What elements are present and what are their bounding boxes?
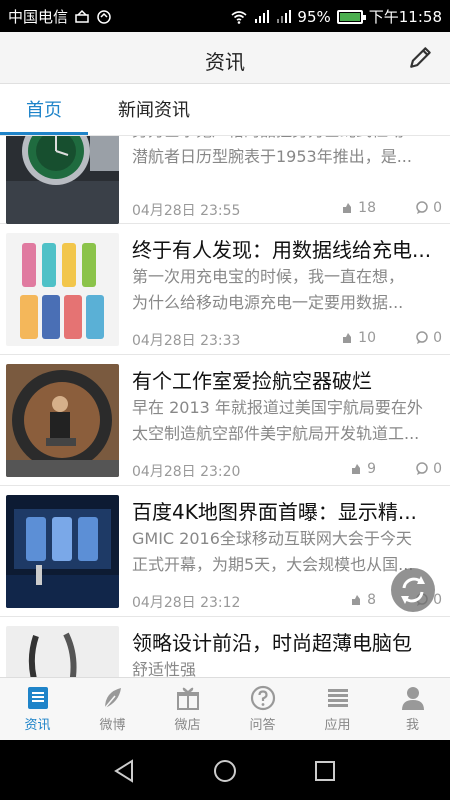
like-icon — [343, 333, 352, 343]
nav-news[interactable]: 资讯 — [0, 684, 75, 733]
laptop-bag-image — [6, 626, 119, 677]
comment-icon — [416, 462, 428, 475]
notification-icon — [75, 9, 89, 23]
tab-active-indicator — [0, 132, 88, 135]
tab-news[interactable]: 新闻资讯 — [118, 96, 190, 122]
home-icon[interactable] — [212, 758, 238, 784]
watch-image — [6, 136, 119, 224]
article-thumbnail — [6, 233, 119, 346]
article-summary: 舒适性强 — [132, 660, 197, 677]
article-date: 04月28日 23:33 — [132, 333, 241, 349]
pencil-icon[interactable] — [408, 44, 434, 70]
tab-bar: 首页 新闻资讯 — [0, 84, 450, 136]
signal-2g-icon — [277, 9, 292, 23]
page-title: 资讯 — [205, 50, 245, 74]
comments-count[interactable]: 0 — [415, 200, 442, 216]
article-summary: 早在 2013 年就报道过美国宇航局要在外 太空制造航空部件美宇航局开发轨道工.… — [132, 398, 423, 443]
nav-qa[interactable]: 问答 — [225, 684, 300, 733]
nav-shop[interactable]: 微店 — [150, 684, 225, 733]
apps-icon — [327, 689, 348, 707]
article-thumbnail — [6, 364, 119, 477]
sync-icon — [97, 9, 111, 24]
article-summary: 第一次用充电宝的时候，我一直在想， 为什么给移动电源充电一定要用数据... — [132, 267, 405, 312]
list-item[interactable]: 劳力士水鬼严格的品控劳力士蚝式恒动 潜航者日历型腕表于1953年推出，是... … — [0, 136, 450, 224]
gift-icon — [176, 687, 199, 710]
article-title: 有个工作室爱捡航空器破烂 — [132, 369, 372, 393]
like-icon — [343, 203, 352, 213]
comments-count[interactable]: 0 — [415, 461, 442, 477]
system-nav-bar — [0, 740, 450, 800]
list-item[interactable]: 领略设计前沿，时尚超薄电脑包 舒适性强 — [0, 617, 450, 677]
article-title: 领略设计前沿，时尚超薄电脑包 — [132, 631, 412, 655]
article-summary: 劳力士水鬼严格的品控劳力士蚝式恒动 潜航者日历型腕表于1953年推出，是... — [132, 136, 412, 166]
article-date: 04月28日 23:55 — [132, 203, 241, 219]
power-bank-image — [6, 233, 119, 346]
pod-chair-image — [6, 364, 119, 477]
like-icon — [352, 464, 361, 474]
likes-count[interactable]: 8 — [349, 592, 376, 608]
question-icon — [250, 685, 275, 711]
article-meta: 04月28日 23:20 9 0 — [132, 461, 442, 481]
list-item[interactable]: 有个工作室爱捡航空器破烂 早在 2013 年就报道过美国宇航局要在外 太空制造航… — [0, 355, 450, 486]
recents-icon[interactable] — [312, 758, 338, 784]
comment-icon — [416, 201, 428, 214]
comment-icon — [416, 331, 428, 344]
signal-4g-icon — [255, 9, 270, 23]
list-item[interactable]: 百度4K地图界面首曝：显示精... GMIC 2016全球移动互联网大会于今天 … — [0, 486, 450, 617]
article-thumbnail — [6, 626, 119, 677]
article-thumbnail — [6, 136, 119, 224]
comments-count[interactable]: 0 — [415, 330, 442, 346]
article-meta: 04月28日 23:55 18 0 — [132, 200, 442, 220]
refresh-icon — [401, 576, 425, 604]
article-date: 04月28日 23:20 — [132, 464, 241, 480]
nav-weibo[interactable]: 微博 — [75, 684, 150, 733]
wifi-icon — [231, 10, 247, 24]
nav-apps[interactable]: 应用 — [300, 684, 375, 733]
list-item[interactable]: 终于有人发现：用数据线给充电... 第一次用充电宝的时候，我一直在想， 为什么给… — [0, 224, 450, 355]
bottom-nav: 资讯 微博 微店 问答 应用 我 — [0, 677, 450, 740]
tab-home[interactable]: 首页 — [26, 96, 62, 122]
article-title: 终于有人发现：用数据线给充电... — [132, 238, 432, 262]
battery-icon — [336, 9, 366, 24]
article-meta: 04月28日 23:33 10 0 — [132, 330, 442, 350]
likes-count[interactable]: 9 — [349, 461, 376, 477]
likes-count[interactable]: 10 — [340, 330, 376, 346]
feather-icon — [103, 688, 121, 709]
battery-percent: 95% — [297, 7, 331, 26]
clock: 下午11:58 — [368, 8, 442, 26]
article-date: 04月28日 23:12 — [132, 595, 241, 611]
title-bar: 资讯 — [0, 32, 450, 84]
likes-count[interactable]: 18 — [340, 200, 376, 216]
carrier-label: 中国电信 — [8, 8, 69, 26]
conference-stage-image — [6, 495, 119, 608]
news-icon — [27, 687, 48, 709]
article-thumbnail — [6, 495, 119, 608]
status-bar: 中国电信 95% 下午11:58 — [0, 0, 450, 32]
article-list[interactable]: 劳力士水鬼严格的品控劳力士蚝式恒动 潜航者日历型腕表于1953年推出，是... … — [0, 136, 450, 677]
like-icon — [352, 595, 361, 605]
article-title: 百度4K地图界面首曝：显示精... — [132, 500, 417, 524]
person-icon — [401, 687, 424, 710]
back-icon[interactable] — [112, 758, 138, 784]
nav-me[interactable]: 我 — [375, 684, 450, 733]
refresh-button[interactable] — [391, 568, 435, 612]
